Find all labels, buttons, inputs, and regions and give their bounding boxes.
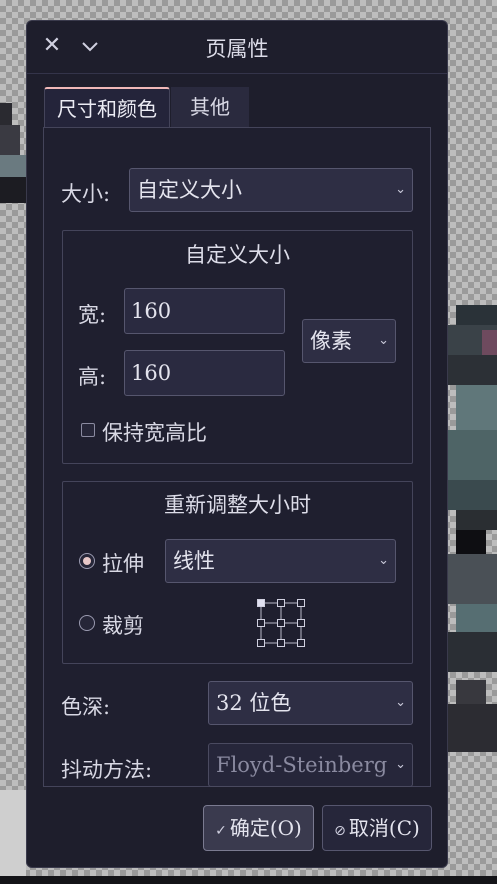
resize-group: 重新调整大小时 拉伸 线性 ⌄ 裁剪 — [62, 481, 413, 664]
resize-title: 重新调整大小时 — [164, 493, 311, 517]
tab-other[interactable]: 其他 — [171, 87, 249, 127]
unit-select[interactable]: 像素 ⌄ — [302, 319, 396, 363]
anchor-left[interactable] — [257, 619, 265, 627]
cancel-button-label: 取消(C) — [348, 816, 420, 840]
height-label: 高: — [78, 365, 107, 389]
dither-label: 抖动方法: — [61, 758, 153, 782]
stretch-method-value: 线性 — [173, 549, 215, 573]
tab-size-and-color[interactable]: 尺寸和颜色 — [44, 87, 170, 127]
cancel-button[interactable]: ⊘ 取消(C) — [322, 805, 432, 851]
stretch-radio[interactable] — [79, 553, 95, 569]
color-depth-value: 32 位色 — [216, 691, 292, 715]
anchor-top-right[interactable] — [297, 599, 305, 607]
anchor-bottom-left[interactable] — [257, 639, 265, 647]
custom-size-group: 自定义大小 宽: 160 高: 160 像素 ⌄ 保持宽高比 — [62, 230, 413, 464]
chevron-down-icon: ⌄ — [395, 757, 406, 772]
color-depth-select[interactable]: 32 位色 ⌄ — [208, 681, 413, 725]
tab-panel: 大小: 自定义大小 ⌄ 自定义大小 宽: 160 高: 160 像素 ⌄ 保持宽… — [43, 127, 431, 787]
keep-ratio-label[interactable]: 保持宽高比 — [102, 417, 207, 447]
anchor-bottom[interactable] — [277, 639, 285, 647]
anchor-bottom-right[interactable] — [297, 639, 305, 647]
size-label: 大小: — [61, 182, 111, 206]
anchor-grid[interactable] — [257, 599, 305, 647]
unit-select-value: 像素 — [310, 329, 352, 353]
size-select[interactable]: 自定义大小 ⌄ — [129, 168, 413, 212]
width-input[interactable]: 160 — [124, 288, 285, 334]
chevron-down-icon: ⌄ — [378, 333, 389, 348]
anchor-right[interactable] — [297, 619, 305, 627]
cancel-icon: ⊘ — [334, 823, 346, 839]
dither-select[interactable]: Floyd-Steinberg ⌄ — [208, 743, 413, 787]
ok-button[interactable]: ✓ 确定(O) — [203, 805, 314, 851]
color-depth-label: 色深: — [61, 695, 111, 719]
stretch-label[interactable]: 拉伸 — [102, 548, 144, 578]
stretch-method-select[interactable]: 线性 ⌄ — [165, 539, 396, 583]
custom-size-title: 自定义大小 — [185, 243, 290, 267]
anchor-center[interactable] — [277, 619, 285, 627]
crop-radio[interactable] — [79, 615, 95, 631]
chevron-down-icon: ⌄ — [395, 182, 406, 197]
chevron-down-icon: ⌄ — [395, 695, 406, 710]
keep-ratio-checkbox[interactable] — [81, 423, 95, 437]
width-label: 宽: — [78, 303, 107, 327]
dialog-title: 页属性 — [205, 37, 269, 61]
page-properties-dialog: ✕ 页属性 尺寸和颜色 其他 大小: 自定义大小 ⌄ 自定义大小 宽: 160 … — [26, 20, 448, 868]
dither-value: Floyd-Steinberg — [216, 753, 388, 777]
chevron-down-icon: ⌄ — [378, 553, 389, 568]
size-select-value: 自定义大小 — [137, 178, 242, 202]
check-icon: ✓ — [215, 823, 227, 839]
anchor-top-left[interactable] — [257, 599, 265, 607]
crop-label[interactable]: 裁剪 — [102, 610, 144, 640]
height-input[interactable]: 160 — [124, 350, 285, 396]
ok-button-label: 确定(O) — [229, 816, 302, 840]
anchor-top[interactable] — [277, 599, 285, 607]
titlebar: ✕ 页属性 — [27, 21, 447, 74]
